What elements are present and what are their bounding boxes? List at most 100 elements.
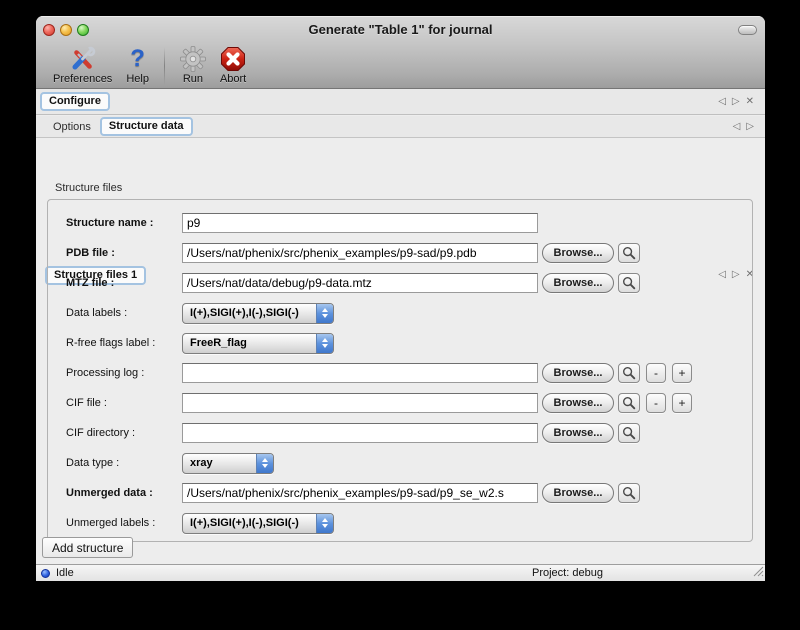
tabstrip2-nav: ◁ ▷ [733,122,765,132]
structure-name-input[interactable] [182,213,538,233]
structure-name-row: Structure name : [66,213,752,233]
data-type-label: Data type : [66,457,182,469]
toolbar-toggle-button[interactable] [738,25,757,35]
cif-directory-magnifier-button[interactable] [618,423,640,443]
cif-directory-input[interactable] [182,423,538,443]
tab-forward-icon[interactable]: ▷ [746,122,754,132]
magnifier-icon [622,486,636,500]
cif-file-browse-button[interactable]: Browse... [542,393,614,413]
tab-back-icon[interactable]: ◁ [718,97,726,107]
magnifier-icon [622,426,636,440]
pdb-file-input[interactable] [182,243,538,263]
unmerged-data-label: Unmerged data : [66,487,182,499]
resize-grip[interactable] [751,564,764,580]
abort-label: Abort [220,73,246,85]
preferences-button[interactable]: Preferences [46,45,119,85]
processing-log-magnifier-button[interactable] [618,363,640,383]
processing-log-remove-button[interactable]: - [646,363,666,383]
processing-log-label: Processing log : [66,367,182,379]
rfree-flags-label: R-free flags label : [66,337,182,349]
window-header: Generate "Table 1" for journal Preferenc… [36,16,765,89]
tab-forward-icon[interactable]: ▷ [732,97,740,107]
status-dot-icon [41,569,50,578]
tab-options[interactable]: Options [44,119,100,135]
run-button[interactable]: Run [173,45,213,85]
cif-file-label: CIF file : [66,397,182,409]
toolbar-separator [164,47,165,85]
processing-log-add-button[interactable]: + [672,363,692,383]
abort-icon [220,45,246,72]
abort-button[interactable]: Abort [213,45,253,85]
tools-icon [70,45,96,72]
dropdown-stepper-icon [256,454,273,473]
dropdown-stepper-icon [316,334,333,353]
window-title: Generate "Table 1" for journal [36,22,765,37]
tab-back-icon[interactable]: ◁ [733,122,741,132]
unmerged-labels-dropdown[interactable]: I(+),SIGI(+),I(-),SIGI(-) [182,513,334,534]
data-type-value: xray [183,454,256,473]
titlebar[interactable]: Generate "Table 1" for journal [36,16,765,44]
pdb-file-label: PDB file : [66,247,182,259]
preferences-label: Preferences [53,73,112,85]
data-labels-row: Data labels : I(+),SIGI(+),I(-),SIGI(-) [66,303,752,323]
status-bar: Idle Project: debug [36,564,765,581]
magnifier-icon [622,246,636,260]
pdb-file-row: PDB file : Browse... [66,243,752,263]
unmerged-labels-label: Unmerged labels : [66,517,182,529]
data-labels-dropdown[interactable]: I(+),SIGI(+),I(-),SIGI(-) [182,303,334,324]
mtz-file-row: MTZ file : Browse... [66,273,752,293]
unmerged-data-input[interactable] [182,483,538,503]
dropdown-stepper-icon [316,304,333,323]
tabstrip1-nav: ◁ ▷ ✕ [718,97,765,107]
cif-file-add-button[interactable]: + [672,393,692,413]
status-text: Idle [56,567,74,579]
rfree-flags-row: R-free flags label : FreeR_flag [66,333,752,353]
processing-log-input[interactable] [182,363,538,383]
unmerged-labels-row: Unmerged labels : I(+),SIGI(+),I(-),SIGI… [66,513,752,533]
magnifier-icon [622,366,636,380]
tab-close-icon[interactable]: ✕ [746,97,754,107]
run-label: Run [183,73,203,85]
unmerged-data-magnifier-button[interactable] [618,483,640,503]
data-type-dropdown[interactable]: xray [182,453,274,474]
tab-structure-data[interactable]: Structure data [100,117,193,136]
cif-file-remove-button[interactable]: - [646,393,666,413]
mtz-file-input[interactable] [182,273,538,293]
structure-data-page: Structure files 1 ◁ ▷ ✕ Structure files … [36,138,765,564]
tab-configure[interactable]: Configure [40,92,110,111]
tabstrip-pages: Options Structure data ◁ ▷ [36,116,765,138]
help-button[interactable]: ? Help [119,45,156,85]
cif-file-magnifier-button[interactable] [618,393,640,413]
help-icon: ? [130,45,145,72]
mtz-magnifier-button[interactable] [618,273,640,293]
unmerged-data-browse-button[interactable]: Browse... [542,483,614,503]
cif-directory-browse-button[interactable]: Browse... [542,423,614,443]
magnifier-icon [622,396,636,410]
magnifier-icon [622,276,636,290]
structure-files-groupbox: Structure name : PDB file : Browse... MT… [47,199,753,542]
cif-file-row: CIF file : Browse... - + [66,393,752,413]
gear-icon [180,45,206,72]
data-labels-value: I(+),SIGI(+),I(-),SIGI(-) [183,304,316,323]
dropdown-stepper-icon [316,514,333,533]
pdb-magnifier-button[interactable] [618,243,640,263]
processing-log-row: Processing log : Browse... - + [66,363,752,383]
structure-name-label: Structure name : [66,217,182,229]
cif-directory-label: CIF directory : [66,427,182,439]
rfree-flags-value: FreeR_flag [183,334,316,353]
help-label: Help [126,73,149,85]
add-structure-button[interactable]: Add structure [42,537,133,558]
unmerged-labels-value: I(+),SIGI(+),I(-),SIGI(-) [183,514,316,533]
toolbar: Preferences ? Help [36,44,253,88]
pdb-browse-button[interactable]: Browse... [542,243,614,263]
cif-directory-row: CIF directory : Browse... [66,423,752,443]
rfree-flags-dropdown[interactable]: FreeR_flag [182,333,334,354]
app-window: Generate "Table 1" for journal Preferenc… [36,16,765,581]
project-label: Project: debug [532,567,603,579]
cif-file-input[interactable] [182,393,538,413]
data-labels-label: Data labels : [66,307,182,319]
groupbox-label: Structure files [55,182,122,194]
mtz-browse-button[interactable]: Browse... [542,273,614,293]
data-type-row: Data type : xray [66,453,752,473]
processing-log-browse-button[interactable]: Browse... [542,363,614,383]
